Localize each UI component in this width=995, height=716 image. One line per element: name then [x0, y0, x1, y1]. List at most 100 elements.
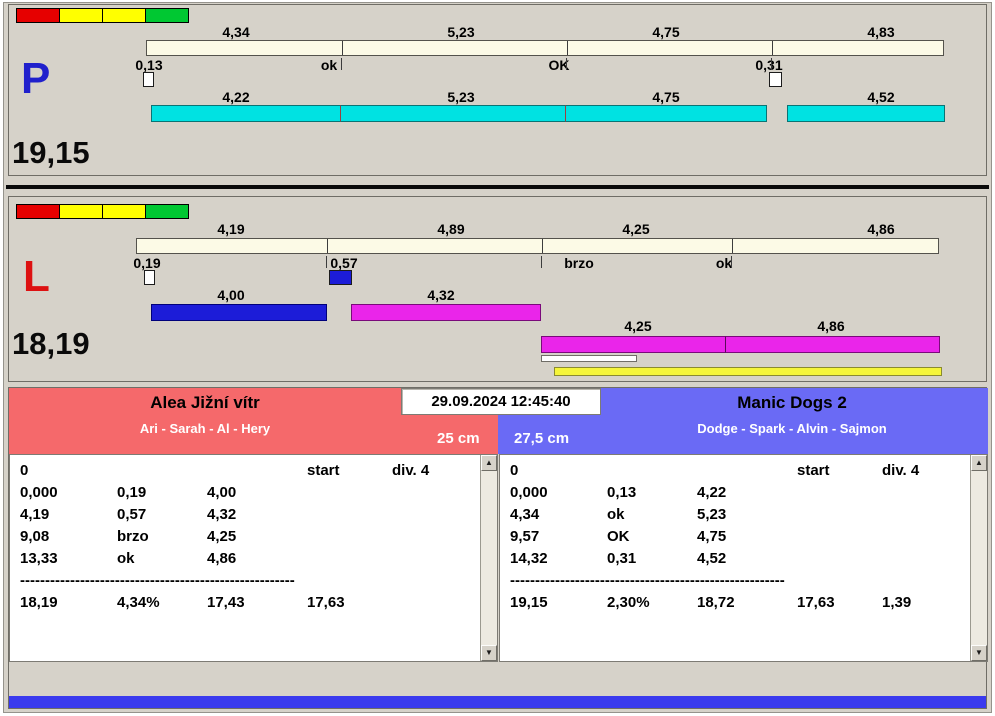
result-cell: [392, 482, 480, 504]
indicator-box: [769, 72, 782, 87]
dog-time-bar: [787, 105, 945, 122]
scroll-down-button[interactable]: ▼: [481, 645, 497, 661]
start-light: [102, 8, 146, 23]
tick-mark: [342, 41, 343, 55]
scroll-up-button[interactable]: ▲: [481, 455, 497, 471]
run-progress-outline: [541, 355, 637, 362]
result-row: 4,19 0,57 4,32: [20, 504, 480, 526]
result-cell: 9,57: [510, 528, 540, 545]
dog-time-value: 4,86: [817, 318, 845, 334]
result-row: 9,08 brzo 4,25: [20, 526, 480, 548]
crossing-label: 0,31: [755, 57, 783, 73]
upper-split-value: 4,19: [217, 221, 245, 237]
dog-time-bar: [151, 105, 341, 122]
result-row: 19,15 2,30% 18,72 17,63 1,39: [510, 592, 970, 614]
tick-mark: [732, 239, 733, 253]
result-row: 14,32 0,31 4,52: [510, 548, 970, 570]
crossing-label: 0,13: [135, 57, 163, 73]
scroll-track[interactable]: [481, 471, 497, 645]
dog-time-bar: [340, 105, 566, 122]
result-cell: [882, 482, 970, 504]
jump-height-right: 27,5 cm: [514, 430, 570, 447]
upper-split-value: 4,34: [222, 24, 250, 40]
crossing-label: ok: [715, 255, 733, 271]
lane-total-time: 18,19: [12, 326, 90, 361]
dog-time-value: 4,00: [217, 287, 245, 303]
upper-split-value: 4,75: [652, 24, 680, 40]
crossing-label: 0,57: [330, 255, 358, 271]
upper-split-value: 4,25: [622, 221, 650, 237]
start-lights: [16, 204, 189, 219]
dog-time-bars: [541, 336, 940, 353]
upper-split-value: 5,23: [447, 24, 475, 40]
result-cell: 4,34%: [117, 594, 160, 611]
result-cell: div. 4: [882, 462, 920, 479]
result-cell: [207, 460, 307, 482]
lane-letter: P: [21, 54, 51, 103]
start-light: [16, 8, 60, 23]
results-table-right: 0 start div. 4 0,000 0,13 4,22 4,34 ok 5,23 9,57 O…: [499, 454, 988, 662]
scroll-down-button[interactable]: ▼: [971, 645, 987, 661]
lane-p-panel: 4,34 5,23 4,75 4,83 0,13 ok OK 0,31 4,22…: [8, 4, 987, 176]
lane-letter: L: [23, 252, 50, 301]
scroll-track[interactable]: [971, 471, 987, 645]
result-cell: 2,30%: [607, 594, 650, 611]
result-cell: 4,86: [207, 550, 237, 567]
result-cell: ok: [117, 550, 135, 567]
result-row: ----------------------------------------…: [510, 570, 970, 592]
result-cell: [797, 504, 882, 526]
result-cell: 0,13: [607, 484, 637, 501]
team-members-left: Ari - Sarah - Al - Hery: [139, 421, 271, 436]
app-window: 4,34 5,23 4,75 4,83 0,13 ok OK 0,31 4,22…: [0, 0, 995, 716]
result-row: 13,33 ok 4,86: [20, 548, 480, 570]
result-row: 9,57 OK 4,75: [510, 526, 970, 548]
result-cell: 17,43: [207, 594, 245, 611]
team-name-left: Alea Jižní vítr: [150, 393, 260, 412]
timeline-bar: [146, 40, 944, 56]
result-cell: [607, 460, 697, 482]
result-cell: [307, 504, 392, 526]
dog-time-value: 4,25: [624, 318, 652, 334]
scroll-up-icon: ▲: [485, 458, 493, 467]
start-light: [145, 204, 189, 219]
timeline-bar: [136, 238, 939, 254]
result-cell: 9,08: [20, 528, 50, 545]
start-light: [16, 204, 60, 219]
lane-total-time: 19,15: [12, 135, 90, 170]
vertical-scrollbar[interactable]: ▲ ▼: [970, 455, 987, 661]
dog-time-value: 4,52: [867, 89, 895, 105]
result-cell: 0: [510, 462, 519, 479]
result-cell: div. 4: [392, 462, 430, 479]
team-members-right: Dodge - Spark - Alvin - Sajmon: [697, 421, 887, 436]
main-frame: 4,34 5,23 4,75 4,83 0,13 ok OK 0,31 4,22…: [3, 2, 992, 713]
result-row: 0,000 0,19 4,00: [20, 482, 480, 504]
result-cell: brzo: [117, 528, 149, 545]
result-row: 0,000 0,13 4,22: [510, 482, 970, 504]
start-lights: [16, 8, 189, 23]
dog-time-bars: [151, 105, 767, 122]
tick-mark: [731, 256, 732, 268]
tick-mark: [541, 256, 542, 268]
result-cell: [307, 548, 392, 570]
tick-mark: [542, 239, 543, 253]
scroll-up-button[interactable]: ▲: [971, 455, 987, 471]
vertical-scrollbar[interactable]: ▲ ▼: [480, 455, 497, 661]
scroll-down-icon: ▼: [975, 648, 983, 657]
dog-time-bar: [725, 336, 940, 353]
team-name-right: Manic Dogs 2: [737, 393, 847, 412]
result-cell: 17,63: [797, 594, 835, 611]
jump-height-left: 25 cm: [437, 430, 480, 447]
bottom-accent-bar: [9, 696, 986, 708]
datetime-display: 29.09.2024 12:45:40: [401, 388, 601, 415]
result-cell: [117, 460, 207, 482]
run-progress-bar: [554, 367, 942, 376]
dog-time-value: 4,75: [652, 89, 680, 105]
result-cell: [697, 460, 797, 482]
crossing-label: ok: [320, 57, 338, 73]
lane-divider: [6, 185, 989, 189]
result-cell: 19,15: [510, 594, 548, 611]
results-rows-left: 0 start div. 4 0,000 0,19 4,00 4,19 0,57 4,32 9,0…: [10, 455, 480, 661]
result-cell: 14,32: [510, 550, 548, 567]
dog-time-bar: [151, 304, 327, 321]
dog-time-bar: [351, 304, 541, 321]
